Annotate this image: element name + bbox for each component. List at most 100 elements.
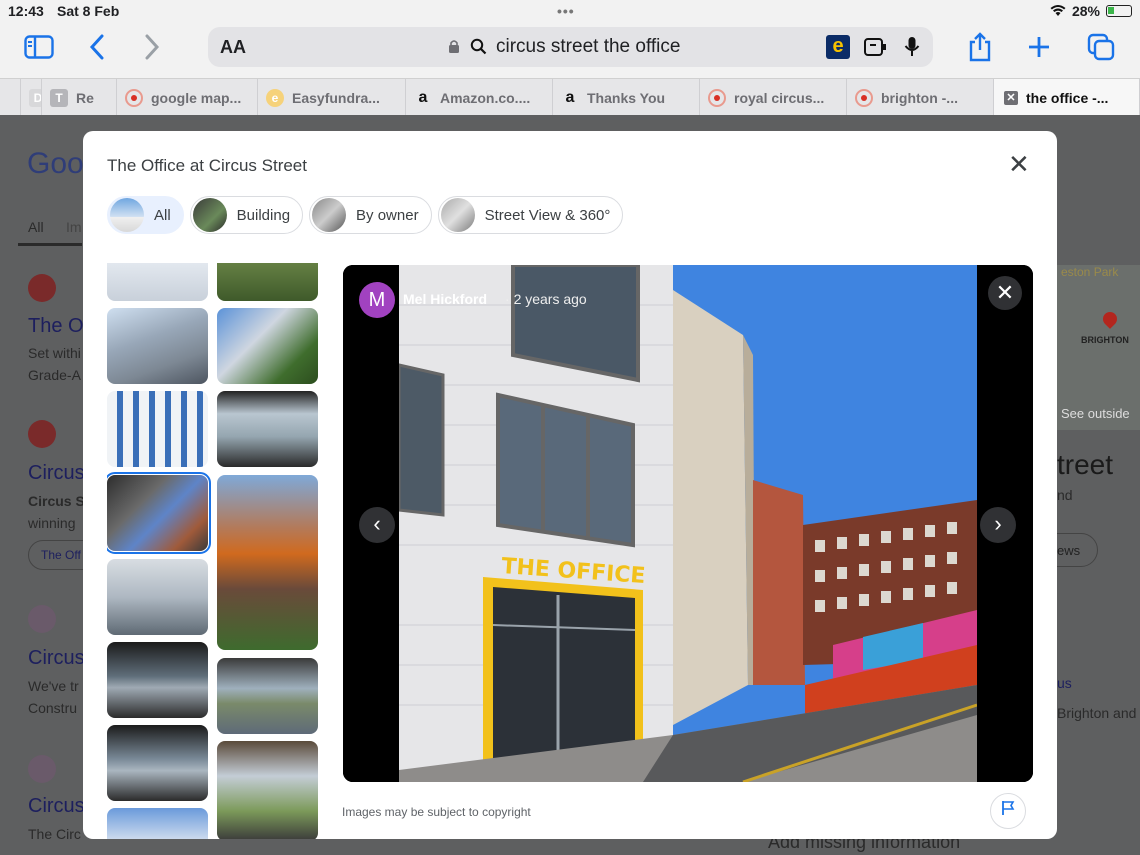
share-icon[interactable] xyxy=(963,30,997,64)
bg-result-snippet: Constru xyxy=(28,700,78,716)
google-maps-favicon-icon xyxy=(125,88,143,107)
tab-4[interactable]: e Easyfundra... xyxy=(258,79,406,116)
thumbnail[interactable] xyxy=(217,391,318,467)
close-tab-icon[interactable]: ✕ xyxy=(1004,90,1018,105)
thumbnail[interactable] xyxy=(217,308,318,384)
chip-thumbnail xyxy=(440,198,475,232)
bg-see-outside: See outside xyxy=(1061,406,1130,421)
tab-1[interactable]: D xyxy=(20,79,42,116)
tab-label: Thanks You xyxy=(587,89,666,106)
text-size-button[interactable]: AA xyxy=(220,37,246,58)
bg-map-city: BRIGHTON xyxy=(1081,335,1129,345)
report-flag-icon[interactable] xyxy=(990,793,1026,829)
tab-label: Easyfundra... xyxy=(292,89,380,106)
tab-3[interactable]: google map... xyxy=(117,79,258,116)
chip-thumbnail xyxy=(110,198,144,232)
chip-thumbnail xyxy=(312,198,347,232)
tab-5[interactable]: a Amazon.co.... xyxy=(406,79,553,116)
tab-8[interactable]: brighton -... xyxy=(847,79,994,116)
thumbnail[interactable] xyxy=(107,725,208,801)
battery-icon xyxy=(1106,5,1132,17)
thumbnail[interactable] xyxy=(107,808,208,839)
chip-street-view[interactable]: Street View & 360° xyxy=(437,196,624,234)
image-viewer-dialog: The Office at Circus Street ✕ All Buildi… xyxy=(83,131,1057,839)
thumbnail[interactable] xyxy=(107,308,208,384)
copyright-notice: Images may be subject to copyright xyxy=(342,805,531,819)
chip-label: Building xyxy=(236,206,291,224)
tab-label: Amazon.co.... xyxy=(440,89,531,106)
viewer-close-icon[interactable]: ✕ xyxy=(988,276,1022,310)
chip-building[interactable]: Building xyxy=(189,196,304,234)
bg-result-snippet: winning xyxy=(28,515,76,531)
tab-7[interactable]: royal circus... xyxy=(700,79,847,116)
doc-favicon-icon: D xyxy=(29,88,41,107)
status-bar: 12:43 Sat 8 Feb ••• 28% xyxy=(0,0,1140,22)
tab-9-active[interactable]: ✕ the office -... xyxy=(994,79,1140,116)
thumbnail[interactable] xyxy=(217,475,318,650)
chip-label: Street View & 360° xyxy=(484,206,611,224)
photo-age: · 2 years ago xyxy=(505,291,587,307)
easyfundraising-extension-icon[interactable]: e xyxy=(826,35,850,59)
status-time: 12:43 xyxy=(8,3,44,19)
chip-by-owner[interactable]: By owner xyxy=(309,196,432,234)
tab-label: brighton -... xyxy=(881,89,958,106)
status-date: Sat 8 Feb xyxy=(57,3,120,19)
photo-age-text: 2 years ago xyxy=(513,291,587,307)
author-avatar[interactable]: M xyxy=(359,282,395,318)
bg-result-title: Circus xyxy=(28,647,85,669)
tab-6[interactable]: a Thanks You xyxy=(553,79,700,116)
thumbnail[interactable] xyxy=(107,391,208,467)
tab-bar: D T Re google map... e Easyfundra... a A… xyxy=(0,78,1140,116)
tab-label: google map... xyxy=(151,89,242,106)
search-icon xyxy=(470,38,487,55)
thumbnail[interactable] xyxy=(107,559,208,635)
amazon-favicon-icon: a xyxy=(565,88,575,106)
microphone-icon[interactable] xyxy=(904,36,920,58)
thumbnail[interactable] xyxy=(217,658,318,734)
thumbnail-grid xyxy=(107,263,319,839)
close-icon[interactable]: ✕ xyxy=(1008,151,1030,177)
chip-label: By owner xyxy=(356,206,419,224)
bg-result-favicon xyxy=(28,755,56,783)
tab-overview-icon[interactable] xyxy=(1084,30,1118,64)
forward-icon[interactable] xyxy=(135,30,169,64)
bg-tab-underline xyxy=(18,243,82,246)
bg-result-snippet: Grade-A xyxy=(28,367,81,383)
thumbnail[interactable] xyxy=(107,263,208,301)
thumbnail-selected[interactable] xyxy=(107,472,211,554)
bg-link: us xyxy=(1057,675,1072,691)
browser-toolbar: AA circus street the office e xyxy=(0,22,1140,78)
google-logo: Goo xyxy=(27,147,84,180)
chip-all[interactable]: All xyxy=(107,196,184,234)
bg-text: Brighton and xyxy=(1057,705,1137,721)
next-image-icon[interactable]: › xyxy=(980,507,1016,543)
address-query: circus street the office xyxy=(496,36,681,57)
bg-result-favicon xyxy=(28,605,56,633)
tab-2[interactable]: T Re xyxy=(42,79,117,116)
bg-tab-all: All xyxy=(28,219,44,235)
address-bar[interactable]: AA circus street the office e xyxy=(208,27,933,67)
back-icon[interactable] xyxy=(80,30,114,64)
main-image-viewer: THE OFFICE M Mel Hickford · 2 years ago … xyxy=(343,265,1033,782)
bg-result-favicon xyxy=(28,274,56,302)
sidebar-icon[interactable] xyxy=(22,30,56,64)
map-pin-icon xyxy=(1100,309,1120,329)
new-tab-icon[interactable] xyxy=(1022,30,1056,64)
chip-thumbnail xyxy=(192,198,227,232)
thumbnail[interactable] xyxy=(107,642,208,718)
thumbnail[interactable] xyxy=(217,263,318,301)
bg-result-title: The O xyxy=(28,315,84,337)
filter-chips: All Building By owner Street View & 360° xyxy=(107,196,624,234)
thumbnail[interactable] xyxy=(217,741,318,839)
bg-result-snippet: Circus S xyxy=(28,493,85,509)
previous-image-icon[interactable]: ‹ xyxy=(359,507,395,543)
chip-label: All xyxy=(154,206,171,224)
tab-label: the office -... xyxy=(1026,89,1109,106)
extension-icon[interactable] xyxy=(863,36,887,58)
main-photo: THE OFFICE xyxy=(343,265,1033,782)
author-name[interactable]: Mel Hickford xyxy=(403,291,487,307)
google-maps-favicon-icon xyxy=(855,88,873,107)
bg-tab-images: Im xyxy=(66,219,82,235)
tab-label: royal circus... xyxy=(734,89,825,106)
multitasking-dots-icon[interactable]: ••• xyxy=(557,3,575,19)
